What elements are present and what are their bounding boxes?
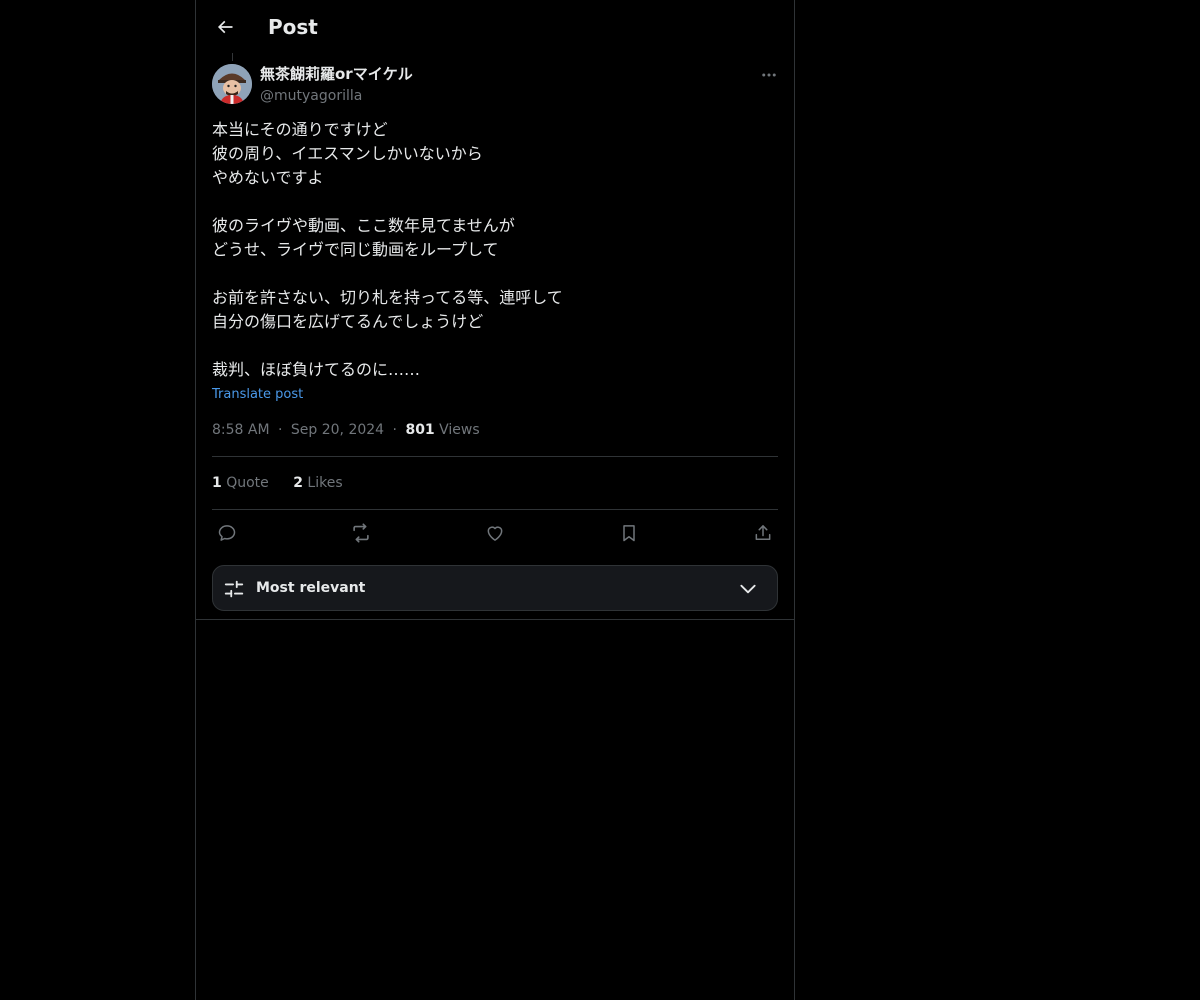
post-text-line: やめないですよ: [212, 168, 324, 187]
post-text-line: [212, 190, 772, 214]
post-header: Post: [196, 0, 794, 53]
post-text-line: 自分の傷口を広げてるんでしょうけど: [212, 312, 484, 331]
post-text-line: [212, 262, 772, 286]
reply-sort-dropdown[interactable]: Most relevant: [212, 565, 778, 611]
post-text-line: 本当にその通りですけど: [212, 120, 388, 139]
divider: [212, 509, 778, 510]
post-text-line: どうせ、ライヴで同じ動画をループして: [212, 240, 499, 259]
bookmark-button[interactable]: [614, 520, 644, 546]
heart-icon: [487, 526, 503, 541]
author-display-name[interactable]: 無茶餬莉羅orマイケル: [260, 64, 413, 84]
back-button[interactable]: [208, 10, 242, 44]
post-meta: 8:58 AM · Sep 20, 2024 · 801 Views: [212, 420, 480, 440]
views-label: Views: [439, 422, 480, 438]
thread-connector-line: [232, 53, 233, 61]
post-date[interactable]: Sep 20, 2024: [291, 422, 384, 438]
meta-separator: ·: [278, 422, 283, 438]
bookmark-icon: [623, 525, 635, 542]
likes-label: Likes: [307, 475, 343, 491]
share-icon: [755, 525, 771, 540]
reply-button[interactable]: [212, 520, 242, 546]
likes-stat[interactable]: 2 Likes: [293, 473, 342, 493]
translate-post-link[interactable]: Translate post: [212, 385, 303, 405]
meta-separator: ·: [392, 422, 397, 438]
page-title: Post: [268, 15, 318, 39]
sort-label: Most relevant: [256, 580, 366, 596]
likes-count: 2: [293, 475, 303, 491]
post-text: 本当にその通りですけど 彼の周り、イエスマンしかいないから やめないですよ 彼の…: [212, 118, 772, 382]
section-bottom-border: [196, 619, 794, 620]
post-text-line: [212, 334, 772, 358]
quotes-stat[interactable]: 1 Quote: [212, 473, 269, 493]
chevron-down-icon: [740, 584, 756, 594]
share-button[interactable]: [748, 520, 778, 546]
post-text-line: 裁判、ほぼ負けてるのに……: [212, 360, 421, 379]
sliders-icon: [224, 580, 244, 598]
post-stats: 1 Quote 2 Likes: [212, 473, 363, 493]
repost-icon: [353, 523, 369, 543]
post-text-line: 彼の周り、イエスマンしかいないから: [212, 144, 483, 163]
like-button[interactable]: [480, 520, 510, 546]
author-handle[interactable]: @mutyagorilla: [260, 86, 362, 106]
quotes-count: 1: [212, 475, 222, 491]
divider: [212, 456, 778, 457]
arrow-left-icon: [217, 20, 233, 34]
avatar-image: [212, 64, 252, 104]
post-text-line: お前を許さない、切り札を持ってる等、連呼して: [212, 288, 563, 307]
more-horizontal-icon: [762, 73, 776, 77]
main-column: Post 無茶餬莉羅orマイケル @mutyagorilla 本当にその通りです…: [195, 0, 795, 1000]
views-count: 801: [405, 422, 435, 438]
reply-icon: [218, 525, 236, 541]
more-options-button[interactable]: [752, 64, 786, 86]
post-time[interactable]: 8:58 AM: [212, 422, 270, 438]
repost-button[interactable]: [346, 520, 376, 546]
post-text-line: 彼のライヴや動画、ここ数年見てませんが: [212, 216, 515, 235]
avatar[interactable]: [212, 64, 252, 104]
quotes-label: Quote: [226, 475, 269, 491]
